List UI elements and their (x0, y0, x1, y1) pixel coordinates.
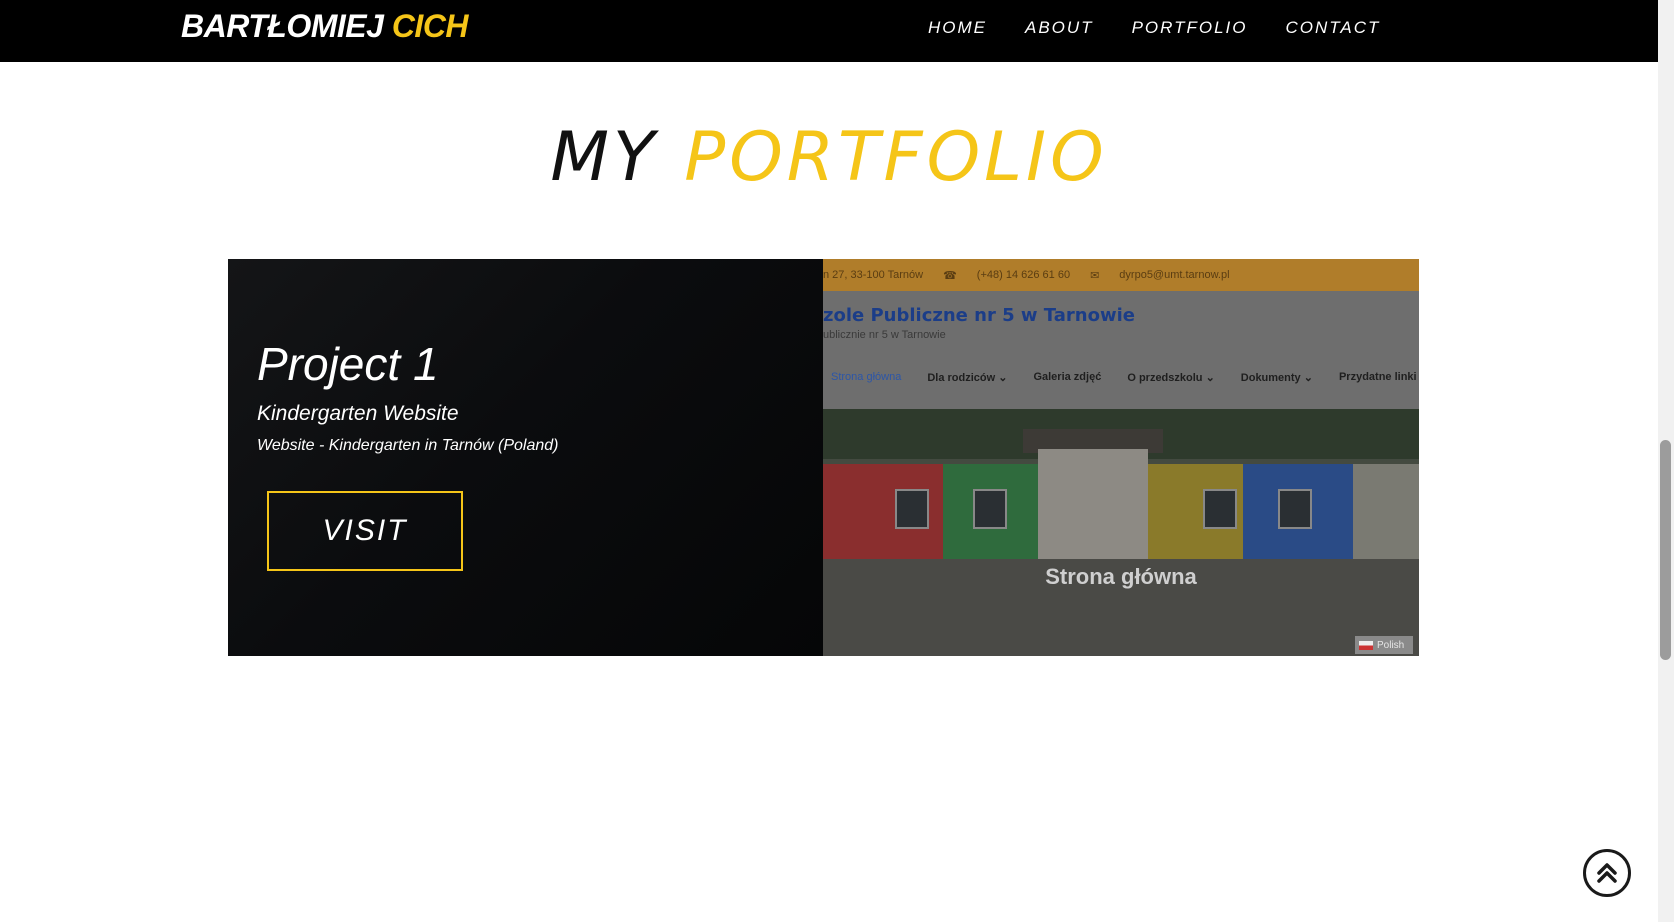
building-window (1278, 489, 1312, 529)
preview-header: zole Publiczne nr 5 w Tarnowie ublicznie… (823, 291, 1419, 409)
preview-address: n 27, 33-100 Tarnów (823, 269, 924, 281)
preview-site-subtitle: ublicznie nr 5 w Tarnowie (823, 329, 946, 341)
section-title: MY PORTFOLIO (0, 118, 1658, 197)
project-subtitle: Kindergarten Website (257, 402, 459, 425)
polish-flag-icon (1359, 640, 1373, 650)
phone-icon: ☎ (943, 269, 957, 282)
nav-portfolio-link[interactable]: PORTFOLIO (1132, 18, 1248, 38)
back-to-top-button[interactable] (1583, 849, 1631, 897)
preview-menu: Strona główna Dla rodziców ⌄ Galeria zdj… (823, 371, 1419, 384)
preview-language-badge: Polish (1355, 636, 1413, 654)
project-description: Website - Kindergarten in Tarnów (Poland… (257, 437, 559, 454)
nav-home-link[interactable]: HOME (928, 18, 987, 38)
building-entrance (1038, 449, 1148, 559)
preview-menu-item: O przedszkolu ⌄ (1127, 372, 1215, 384)
nav-about-link[interactable]: ABOUT (1025, 18, 1094, 38)
nav-menu: HOME ABOUT PORTFOLIO CONTACT (928, 18, 1418, 38)
project-info-panel: Project 1 Kindergarten Website Website -… (228, 259, 823, 656)
nav-contact-link[interactable]: CONTACT (1286, 18, 1381, 38)
preview-caption: Strona główna (1045, 564, 1197, 589)
section-title-first: MY (550, 118, 659, 197)
brand-first-name: BARTŁOMIEJ (181, 8, 384, 44)
section-title-second: PORTFOLIO (684, 118, 1108, 197)
double-chevron-up-icon (1597, 863, 1617, 883)
preview-menu-item: Galeria zdjęć (1033, 371, 1102, 383)
building-window (895, 489, 929, 529)
brand-logo[interactable]: BARTŁOMIEJ CICH (181, 8, 469, 45)
project-title: Project 1 (257, 338, 439, 390)
preview-menu-item: Strona główna (831, 371, 902, 383)
visit-button[interactable]: VISIT (267, 491, 463, 571)
building-window (973, 489, 1007, 529)
top-navbar: BARTŁOMIEJ CICH HOME ABOUT PORTFOLIO CON… (0, 0, 1658, 62)
preview-menu-item: Przydatne linki (1338, 371, 1417, 383)
building-window (1203, 489, 1237, 529)
preview-site-title: zole Publiczne nr 5 w Tarnowie (823, 305, 1135, 326)
preview-building-photo: Strona główna Polish (823, 409, 1419, 656)
building-white-section (1353, 464, 1419, 559)
project-card: Project 1 Kindergarten Website Website -… (228, 259, 1419, 656)
project-preview-image: n 27, 33-100 Tarnów ☎ (+48) 14 626 61 60… (823, 259, 1419, 656)
preview-menu-item: Dokumenty ⌄ (1240, 372, 1313, 384)
preview-email: dyrpo5@umt.tarnow.pl (1119, 269, 1230, 281)
envelope-icon: ✉ (1090, 269, 1100, 282)
preview-menu-item: Dla rodziców ⌄ (927, 372, 1008, 384)
preview-phone: (+48) 14 626 61 60 (976, 269, 1071, 281)
preview-topbar: n 27, 33-100 Tarnów ☎ (+48) 14 626 61 60… (823, 259, 1419, 291)
preview-language-label: Polish (1377, 639, 1405, 651)
brand-last-name: CICH (391, 8, 469, 44)
scrollbar-thumb[interactable] (1660, 440, 1671, 660)
